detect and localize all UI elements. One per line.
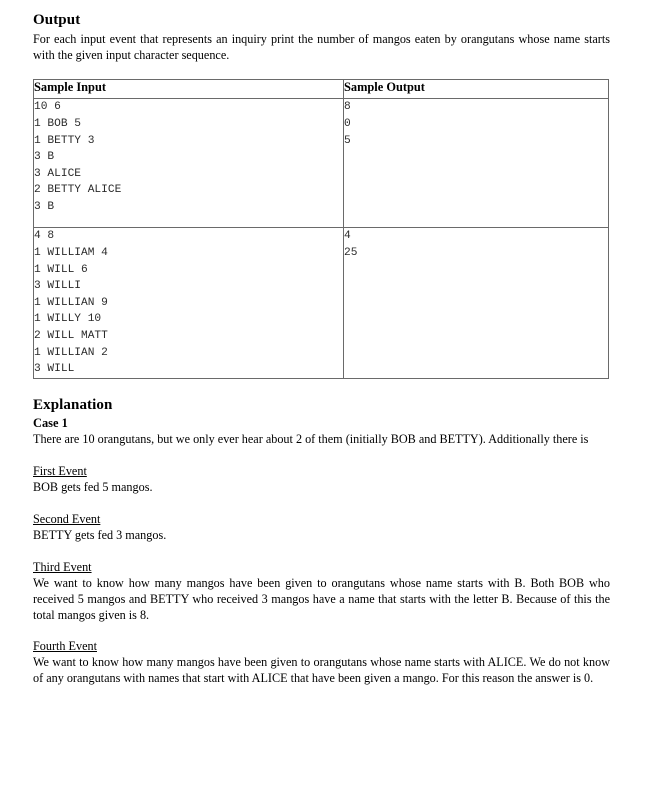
event-title-wrapper: Fourth Event: [33, 637, 610, 655]
column-header-sample-output: Sample Output: [343, 79, 609, 100]
table-header-row: Sample Input Sample Output: [33, 79, 609, 100]
sample-io-table: Sample Input Sample Output 10 6 1 BOB 5 …: [33, 79, 609, 379]
sample-input-code-1: 10 6 1 BOB 5 1 BETTY 3 3 B 3 ALICE 2 BET…: [34, 101, 122, 213]
table-row: 4 8 1 WILLIAM 4 1 WILL 6 3 WILLI 1 WILLI…: [33, 227, 609, 379]
event-title-fourth: Fourth Event: [33, 639, 97, 654]
output-section-description: For each input event that represents an …: [33, 31, 610, 62]
explanation-section: Explanation Case 1 There are 10 oranguta…: [33, 397, 610, 687]
sample-output-code-1: 8 0 5: [344, 101, 351, 147]
event-block-third: Third Event We want to know how many man…: [33, 558, 610, 624]
event-title-second: Second Event: [33, 512, 101, 527]
event-block-second: Second Event BETTY gets fed 3 mangos.: [33, 510, 610, 544]
sample-output-code-2: 4 25: [344, 230, 358, 259]
event-title-first: First Event: [33, 464, 87, 479]
case-intro-text: There are 10 orangutans, but we only eve…: [33, 432, 589, 447]
explanation-heading: Explanation: [33, 396, 113, 413]
event-body-third: We want to know how many mangos have bee…: [33, 575, 610, 622]
column-header-sample-input: Sample Input: [33, 79, 344, 100]
event-title-wrapper: Second Event: [33, 510, 610, 528]
sample-output-cell-2: 4 25: [343, 227, 609, 379]
event-title-wrapper: Third Event: [33, 558, 610, 576]
event-title-wrapper: First Event: [33, 462, 610, 480]
event-title-third: Third Event: [33, 559, 92, 574]
sample-output-cell-1: 8 0 5: [343, 98, 609, 229]
sample-input-cell-1: 10 6 1 BOB 5 1 BETTY 3 3 B 3 ALICE 2 BET…: [33, 98, 344, 229]
event-body-second: BETTY gets fed 3 mangos.: [33, 528, 167, 543]
event-body-fourth: We want to know how many mangos have bee…: [33, 655, 610, 686]
event-block-fourth: Fourth Event We want to know how many ma…: [33, 637, 610, 687]
event-body-first: BOB gets fed 5 mangos.: [33, 480, 153, 495]
event-block-first: First Event BOB gets fed 5 mangos.: [33, 462, 610, 496]
case-title: Case 1: [33, 416, 68, 431]
sample-input-cell-2: 4 8 1 WILLIAM 4 1 WILL 6 3 WILLI 1 WILLI…: [33, 227, 344, 379]
table-row: 10 6 1 BOB 5 1 BETTY 3 3 B 3 ALICE 2 BET…: [33, 98, 609, 229]
document-page: Output For each input event that represe…: [0, 0, 652, 790]
sample-input-code-2: 4 8 1 WILLIAM 4 1 WILL 6 3 WILLI 1 WILLI…: [34, 230, 108, 376]
output-section-heading: Output: [33, 12, 81, 28]
